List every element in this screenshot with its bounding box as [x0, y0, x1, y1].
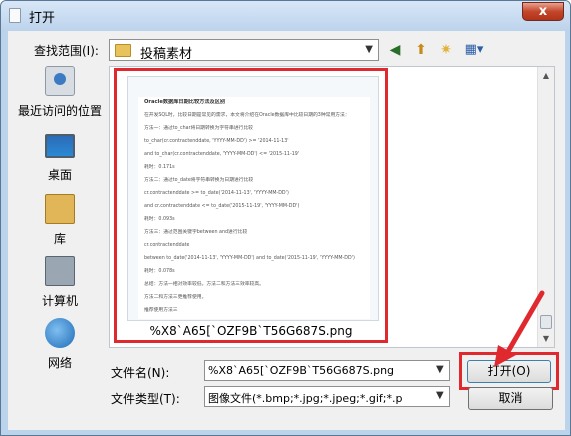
preview-line: Oracle数据库日期比较方法及区别: [144, 99, 226, 105]
preview-line: 在开发SQL时，比较日期是常见的需求，本文将介绍在Oracle数据库中比较日期的…: [144, 113, 350, 118]
chevron-down-icon[interactable]: ▼: [436, 364, 444, 375]
preview-line: cr.contractenddate: [144, 243, 190, 248]
preview-line: and to_char(cr.contractenddate, 'YYYY-MM…: [144, 152, 300, 157]
back-button[interactable]: ◀: [385, 40, 405, 60]
place-recent[interactable]: 最近访问的位置: [11, 66, 109, 126]
open-file-dialog: 打开 x 查找范围(I): 投稿素材 ▼ ◀ ⬆ ✷ ▦▾ 最近访问的位置 桌面…: [0, 0, 571, 436]
preview-line: 方法一：通过to_char将日期转换为字符串进行比较: [144, 126, 253, 131]
look-in-dropdown[interactable]: 投稿素材 ▼: [109, 39, 379, 62]
place-computer[interactable]: 计算机: [11, 256, 109, 316]
place-label: 桌面: [47, 168, 72, 182]
desktop-icon: [45, 134, 75, 158]
annotation-arrow-icon: [494, 290, 545, 367]
place-desktop[interactable]: 桌面: [11, 130, 109, 190]
preview-line: 方法三：通过范围关键字between and进行比较: [144, 230, 248, 235]
up-folder-button[interactable]: ⬆: [411, 40, 431, 60]
scroll-up-icon[interactable]: ▲: [538, 67, 554, 84]
folder-icon: [115, 44, 131, 57]
filename-label: 文件名(N):: [111, 366, 170, 380]
preview-line: 推荐使用方法三: [144, 308, 178, 313]
preview-line: 耗时：0.093s: [144, 217, 175, 222]
preview-line: and cr.contractenddate <= to_date('2015-…: [144, 204, 300, 209]
preview-line: 方法二和方法三更推荐使用。: [144, 295, 207, 300]
preview-line: 总结：方法一相对效率较低，方法二和方法三效率较高。: [144, 282, 264, 287]
filetype-label: 文件类型(T):: [111, 392, 180, 406]
place-label: 计算机: [41, 294, 78, 308]
filetype-select[interactable]: 图像文件(*.bmp;*.jpg;*.jpeg;*.gif;*.p: [204, 386, 450, 407]
look-in-label: 查找范围(I):: [34, 44, 99, 58]
new-folder-button[interactable]: ✷: [436, 40, 456, 60]
place-library[interactable]: 库: [11, 194, 109, 254]
thumbnail-highlight: Oracle数据库日期比较方法及区别 在开发SQL时，比较日期是常见的需求，本文…: [114, 68, 388, 343]
preview-line: to_char(cr.contractenddate, 'YYYY-MM-DD'…: [144, 139, 289, 144]
title-bar[interactable]: 打开 x: [1, 1, 570, 31]
cancel-button[interactable]: 取消: [468, 387, 553, 410]
place-label: 库: [53, 232, 66, 246]
view-menu-button[interactable]: ▦▾: [460, 40, 488, 60]
preview-line: between to_date('2014-11-13', 'YYYY-MM-D…: [144, 256, 355, 261]
chevron-down-icon: ▼: [365, 44, 373, 55]
chevron-down-icon[interactable]: ▼: [436, 390, 444, 401]
close-button[interactable]: x: [522, 2, 564, 21]
file-thumbnail[interactable]: Oracle数据库日期比较方法及区别 在开发SQL时，比较日期是常见的需求，本文…: [127, 76, 379, 321]
look-in-value: 投稿素材: [140, 47, 193, 62]
place-label: 网络: [47, 356, 72, 370]
preview-line: 耗时：0.171s: [144, 165, 175, 170]
dialog-body: 查找范围(I): 投稿素材 ▼ ◀ ⬆ ✷ ▦▾ 最近访问的位置 桌面 库 计算…: [8, 31, 565, 430]
place-network[interactable]: 网络: [11, 318, 109, 378]
document-icon: [9, 8, 21, 23]
file-name-label[interactable]: %X8`A65[`OZF9B`T56G687S.png: [117, 324, 385, 338]
computer-icon: [45, 256, 75, 286]
filename-input[interactable]: %X8`A65[`OZF9B`T56G687S.png: [204, 360, 450, 381]
place-label: 最近访问的位置: [17, 104, 102, 118]
thumbnail-preview: Oracle数据库日期比较方法及区别 在开发SQL时，比较日期是常见的需求，本文…: [138, 97, 370, 319]
preview-line: 方法二：通过to_date将字符串转换为日期进行比较: [144, 178, 254, 183]
places-bar: 最近访问的位置 桌面 库 计算机 网络: [11, 66, 109, 386]
network-icon: [45, 318, 75, 348]
library-icon: [45, 194, 75, 224]
preview-line: 耗时：0.078s: [144, 269, 175, 274]
window-title: 打开: [29, 11, 56, 26]
recent-places-icon: [45, 66, 75, 96]
preview-line: cr.contractenddate >= to_date('2014-11-1…: [144, 191, 289, 196]
